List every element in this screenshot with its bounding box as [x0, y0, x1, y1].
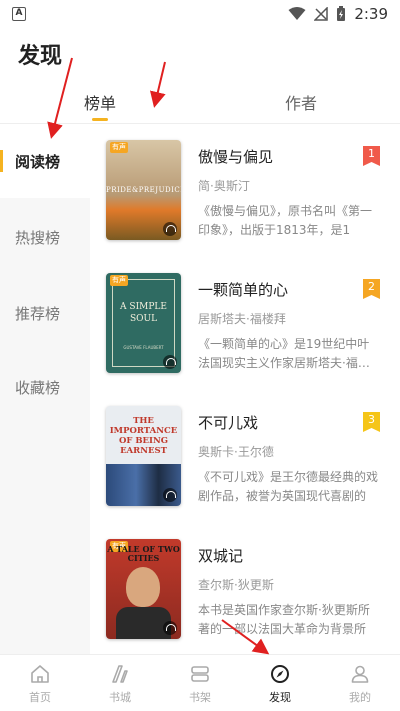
- book-description: 《傲慢与偏见》，原书名叫《第一印象》，出版于1813年，是1: [198, 204, 373, 237]
- audio-badge: 有声: [110, 275, 128, 286]
- book-title: 不可儿戏: [198, 414, 259, 432]
- home-icon: [31, 665, 49, 683]
- rank-badge: 1: [363, 146, 380, 166]
- book-item[interactable]: 有声 PRIDE&PREJUDICE 傲慢与偏见 简·奥斯汀 《傲慢与偏见》，原…: [90, 140, 400, 273]
- no-signal-icon: [314, 7, 329, 21]
- book-author: 奥斯卡·王尔德: [198, 445, 274, 459]
- book-description: 《一颗简单的心》是19世纪中叶法国现实主义作家居斯塔夫·福楼拜: [198, 337, 370, 370]
- tab-authors[interactable]: 作者: [285, 90, 317, 114]
- sidebar-item-reading[interactable]: 阅读榜: [0, 124, 90, 198]
- status-time: 2:39: [354, 5, 388, 23]
- book-cover[interactable]: THE IMPORTANCE OF BEING EARNEST: [106, 406, 181, 506]
- nav-label: 书架: [189, 691, 211, 704]
- book-author: 查尔斯·狄更斯: [198, 578, 274, 592]
- book-author: 居斯塔夫·福楼拜: [198, 312, 286, 326]
- cover-author: GUSTAVE FLAUBERT: [123, 345, 164, 350]
- book-author: 简·奥斯汀: [198, 179, 250, 193]
- headphones-icon: [163, 222, 177, 236]
- app-notification-icon: A: [12, 7, 26, 21]
- battery-icon: [337, 6, 346, 21]
- book-cover[interactable]: 有声 A TALE OF TWO CITIES: [106, 539, 181, 639]
- cover-title: A TALE OF TWO CITIES: [107, 544, 180, 563]
- tab-bar: 榜单 作者: [0, 84, 400, 124]
- nav-label: 书城: [109, 691, 131, 704]
- headphones-icon: [163, 621, 177, 635]
- book-title: 傲慢与偏见: [198, 148, 274, 166]
- nav-discover[interactable]: 发现: [240, 655, 320, 711]
- nav-label: 发现: [269, 691, 291, 704]
- book-description: 本书是英国作家查尔斯·狄更斯所著的一部以法国大革命为背景所: [198, 603, 370, 636]
- book-cover[interactable]: 有声 A SIMPLE SOUL GUSTAVE FLAUBERT: [106, 273, 181, 373]
- wifi-icon: [288, 7, 306, 20]
- cover-figure-body: [116, 607, 171, 639]
- cover-title: PRIDE&PREJUDICE: [106, 186, 181, 194]
- sidebar-item-hot-search[interactable]: 热搜榜: [0, 200, 90, 274]
- book-item[interactable]: 有声 A SIMPLE SOUL GUSTAVE FLAUBERT 一颗简单的心…: [90, 273, 400, 406]
- bookshelf-icon: [191, 666, 209, 682]
- rank-badge: 3: [363, 412, 380, 432]
- book-description: 《不可儿戏》是王尔德最经典的戏剧作品，被誉为英国现代喜剧的: [198, 470, 378, 503]
- bottom-nav: 首页 书城 书架 发现 我的: [0, 654, 400, 711]
- book-title: 一颗简单的心: [198, 281, 289, 299]
- nav-profile[interactable]: 我的: [320, 655, 400, 711]
- status-bar: A 2:39: [0, 0, 400, 28]
- nav-bookshelf[interactable]: 书架: [160, 655, 240, 711]
- book-cover[interactable]: 有声 PRIDE&PREJUDICE: [106, 140, 181, 240]
- rank-badge: 2: [363, 279, 380, 299]
- cover-title: THE IMPORTANCE OF BEING EARNEST: [109, 416, 178, 456]
- profile-icon: [351, 665, 369, 683]
- nav-bookstore[interactable]: 书城: [80, 655, 160, 711]
- book-item[interactable]: 有声 A TALE OF TWO CITIES 双城记 查尔斯·狄更斯 本书是英…: [90, 539, 400, 672]
- tab-active-indicator: [92, 118, 108, 121]
- compass-icon: [271, 665, 289, 683]
- cover-figure-face: [126, 567, 160, 607]
- audio-badge: 有声: [110, 142, 128, 153]
- nav-home[interactable]: 首页: [0, 655, 80, 711]
- page-title: 发现: [18, 44, 63, 69]
- headphones-icon: [163, 488, 177, 502]
- ranking-sidebar: 阅读榜 热搜榜 推荐榜 收藏榜: [0, 124, 90, 654]
- sidebar-item-recommend[interactable]: 推荐榜: [0, 276, 90, 350]
- book-title: 双城记: [198, 547, 244, 565]
- sidebar-item-favorites[interactable]: 收藏榜: [0, 350, 90, 424]
- headphones-icon: [163, 355, 177, 369]
- nav-label: 首页: [29, 691, 51, 704]
- book-item[interactable]: THE IMPORTANCE OF BEING EARNEST 不可儿戏 奥斯卡…: [90, 406, 400, 539]
- status-right: 2:39: [288, 5, 388, 23]
- tab-rankings[interactable]: 榜单: [84, 90, 116, 114]
- nav-label: 我的: [349, 691, 371, 704]
- cover-title: A SIMPLE SOUL: [120, 302, 167, 324]
- bookstore-icon: [112, 665, 128, 683]
